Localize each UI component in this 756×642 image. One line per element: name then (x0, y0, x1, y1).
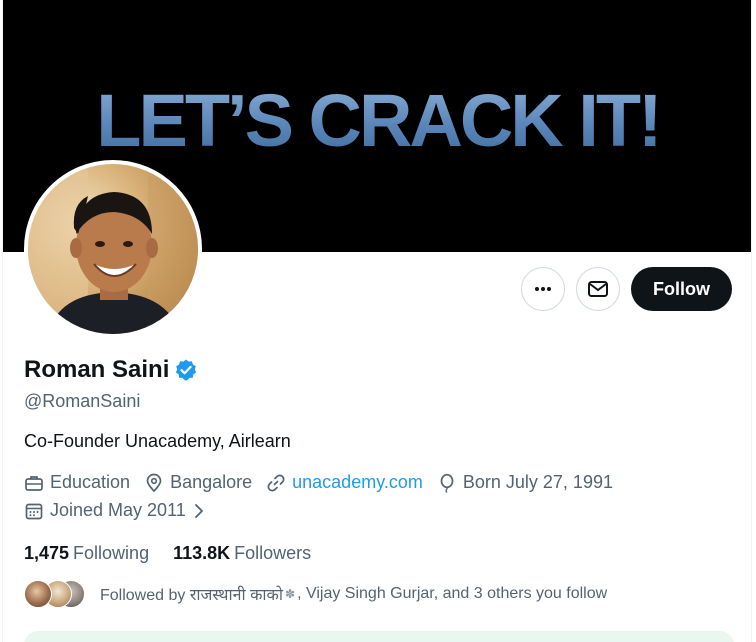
link-icon (267, 474, 285, 491)
followers-label: Followers (234, 543, 312, 563)
more-icon (535, 287, 551, 291)
follower-avatar (24, 580, 52, 608)
avatar[interactable] (24, 160, 202, 338)
website-link[interactable]: unacademy.com (292, 472, 423, 493)
gear-icon: ✽ (285, 587, 296, 601)
verified-badge-icon[interactable] (174, 358, 198, 382)
profile-name: Roman Saini (24, 356, 170, 383)
follower-avatars (24, 580, 88, 608)
profile-website[interactable]: unacademy.com (266, 472, 423, 493)
location-label: Bangalore (170, 472, 253, 492)
profile-page: LET’S CRACK IT! Follow Roman Saini @Roma… (2, 0, 752, 642)
profile-bio: Co-Founder Unacademy, Airlearn (24, 431, 291, 451)
profile-name-row: Roman Saini (24, 356, 198, 384)
mail-icon (588, 281, 608, 297)
profile-joined[interactable]: Joined May 2011 (24, 500, 212, 521)
followers-count: 113.8K (173, 543, 231, 563)
followed-by-row[interactable]: Followed by राजस्थानी काको ✽ , Vijay Sin… (24, 580, 607, 608)
profile-meta-row: Education Bangalore unacademy.com Born J… (24, 472, 627, 493)
profile-joined-row[interactable]: Joined May 2011 (24, 500, 226, 521)
subscription-card[interactable] (24, 631, 734, 642)
joined-label: Joined May 2011 (50, 500, 186, 520)
category-label: Education (50, 472, 131, 492)
calendar-icon (25, 503, 43, 519)
following-label: Following (73, 543, 150, 563)
profile-stats: 1,475 Following 113.8K Followers (24, 543, 335, 564)
balloon-icon (440, 473, 454, 493)
followed-by-suffix: , Vijay Singh Gurjar, and 3 others you f… (297, 585, 608, 602)
briefcase-icon (25, 475, 43, 491)
avatar-image (28, 164, 198, 334)
chevron-right-icon (194, 503, 203, 518)
more-options-button[interactable] (521, 267, 565, 311)
profile-category: Education (24, 472, 130, 493)
followers-stat[interactable]: 113.8K Followers (173, 543, 311, 564)
followed-by-prefix: Followed by राजस्थानी काको (100, 587, 283, 604)
message-button[interactable] (576, 267, 620, 311)
follow-button[interactable]: Follow (631, 267, 732, 311)
following-count: 1,475 (24, 543, 70, 563)
profile-birthday: Born July 27, 1991 (437, 472, 613, 493)
birthday-label: Born July 27, 1991 (462, 472, 613, 492)
following-stat[interactable]: 1,475 Following (24, 543, 149, 564)
profile-handle: @RomanSaini (24, 391, 141, 411)
banner-text: LET’S CRACK IT! (3, 78, 751, 163)
location-pin-icon (146, 473, 162, 492)
avatar-portrait (28, 164, 198, 334)
profile-location: Bangalore (144, 472, 252, 493)
